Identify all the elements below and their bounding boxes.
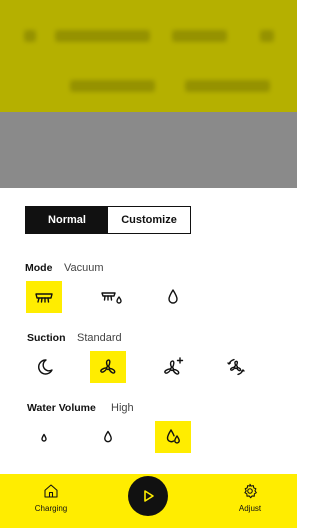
adjust-button[interactable]: Adjust <box>220 482 280 513</box>
charging-button[interactable]: Charging <box>21 482 81 513</box>
suction-option-turbo[interactable] <box>155 351 191 383</box>
mode-value: Vacuum <box>64 262 104 274</box>
play-icon <box>144 490 154 502</box>
water-option-low[interactable] <box>26 421 62 453</box>
brush-water-icon <box>101 292 122 304</box>
water-option-high[interactable] <box>155 421 191 453</box>
customize-tab[interactable]: Customize <box>108 207 190 233</box>
gear-icon <box>244 483 257 499</box>
water-option-medium[interactable] <box>90 421 126 453</box>
suction-value: Standard <box>77 332 122 344</box>
suction-option-max[interactable] <box>218 351 254 383</box>
fan-plus-icon <box>164 357 184 375</box>
moon-icon <box>38 359 53 375</box>
drop-medium-icon <box>104 430 112 443</box>
charging-label: Charging <box>34 504 68 513</box>
mode-title: Mode <box>25 262 53 274</box>
fan-icon <box>100 359 116 374</box>
background-app-header <box>0 0 297 112</box>
mode-toggle: Normal Customize <box>25 206 191 234</box>
water-drop-icon <box>168 289 178 304</box>
mode-option-mop[interactable] <box>155 281 191 313</box>
water-volume-value: High <box>111 402 134 414</box>
drop-large-icon <box>166 429 180 444</box>
mode-option-vacuum-mop[interactable] <box>94 281 130 313</box>
fan-max-icon <box>227 358 245 376</box>
mode-option-vacuum[interactable] <box>26 281 62 313</box>
start-cleaning-button[interactable] <box>128 476 168 516</box>
home-icon <box>44 484 58 498</box>
drop-small-icon <box>41 433 47 442</box>
water-volume-title: Water Volume <box>27 402 96 414</box>
normal-tab[interactable]: Normal <box>26 207 108 233</box>
suction-option-quiet[interactable] <box>26 351 62 383</box>
adjust-label: Adjust <box>238 504 262 513</box>
suction-title: Suction <box>27 332 66 344</box>
background-overlay <box>0 112 297 188</box>
suction-option-standard[interactable] <box>90 351 126 383</box>
brush-icon <box>35 293 53 303</box>
